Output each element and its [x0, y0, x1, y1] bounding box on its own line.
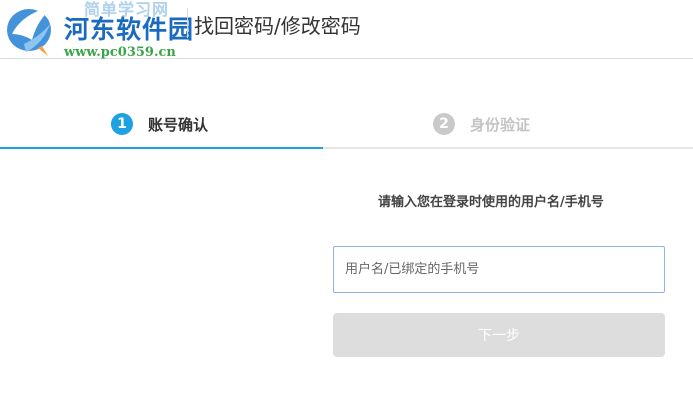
- step-label: 账号确认: [148, 116, 209, 134]
- form-instruction: 请输入您在登录时使用的用户名/手机号: [378, 195, 604, 210]
- page-header: 简单学习网 河东软件园 www.pc0359.cn 找回密码/修改密码: [0, 0, 693, 60]
- step-number-badge: 2: [433, 113, 455, 135]
- username-input[interactable]: [333, 246, 665, 293]
- site-watermark-url: www.pc0359.cn: [64, 45, 176, 60]
- site-watermark-title: 河东软件园: [64, 15, 195, 44]
- step-underline: [323, 147, 693, 149]
- header-divider: [187, 8, 188, 38]
- next-step-button[interactable]: 下一步: [333, 313, 665, 357]
- step-account-confirm[interactable]: 1 账号确认: [0, 100, 323, 149]
- step-label: 身份验证: [470, 116, 531, 134]
- bird-logo-icon: [7, 6, 54, 56]
- step-number-badge: 1: [111, 113, 133, 135]
- step-active-underline: [0, 147, 323, 149]
- page-title: 找回密码/修改密码: [194, 14, 361, 38]
- step-identity-verify[interactable]: 2 身份验证: [323, 100, 693, 149]
- step-indicator: 1 账号确认 2 身份验证: [0, 100, 693, 149]
